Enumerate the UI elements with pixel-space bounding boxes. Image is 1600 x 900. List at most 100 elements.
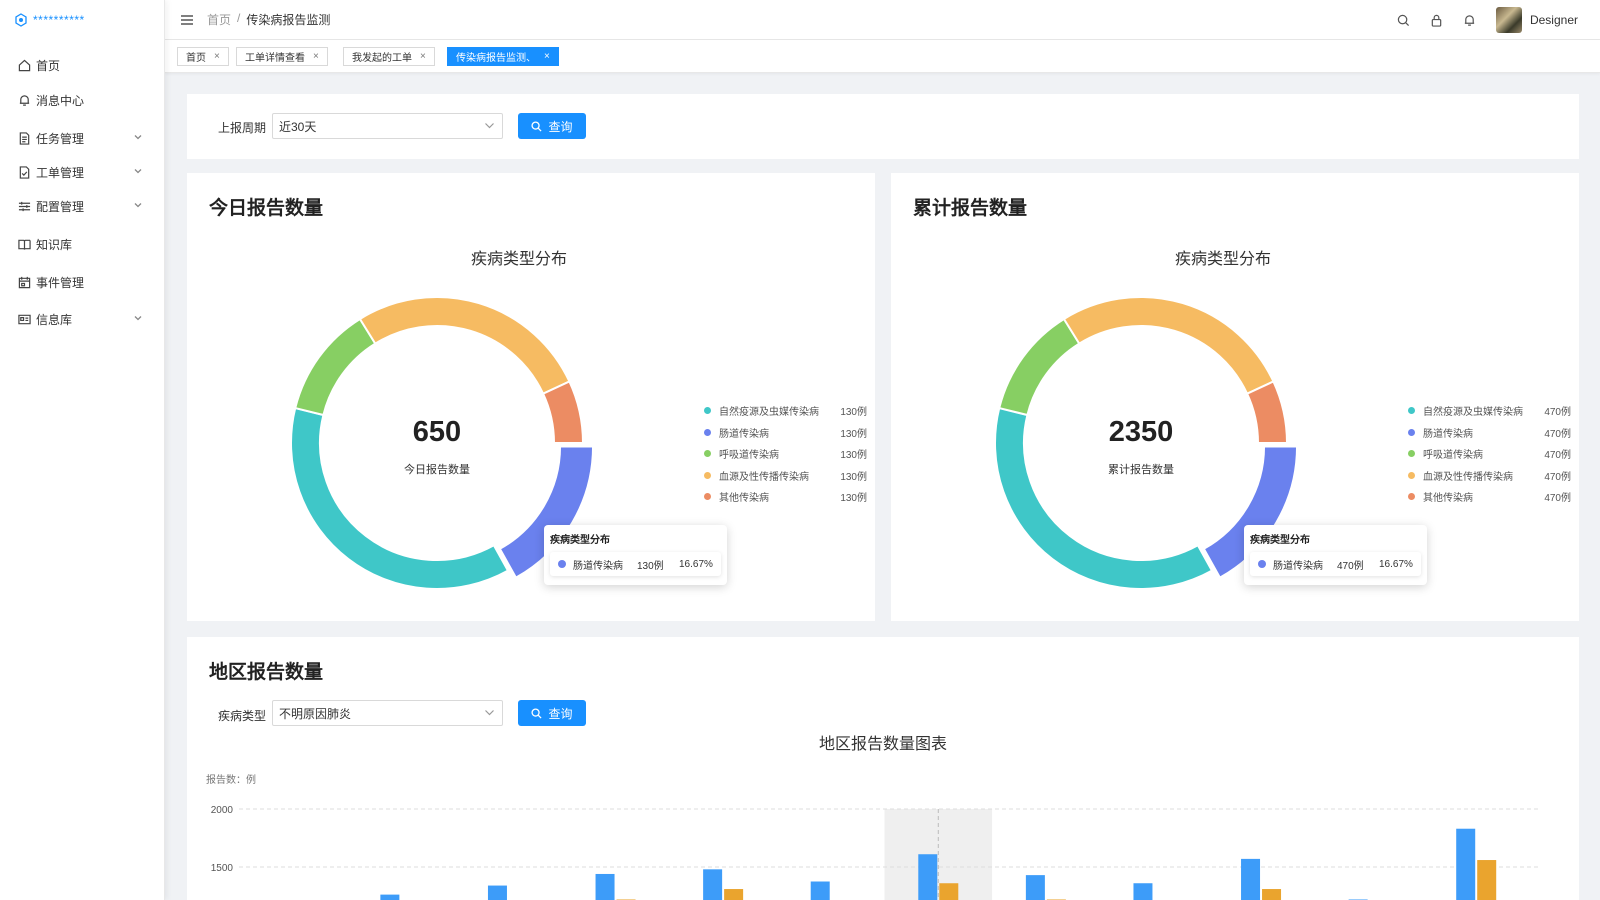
bell-icon[interactable]: [1463, 14, 1476, 27]
y-tick-label: 1500: [211, 863, 234, 874]
bar[interactable]: [380, 894, 400, 900]
legend-value: 130例: [840, 407, 867, 419]
tooltip-title: 疾病类型分布: [1250, 535, 1310, 546]
legend-value: 130例: [840, 428, 867, 440]
legend-item[interactable]: 肠道传染病 470例: [1408, 422, 1571, 444]
chart-title: 疾病类型分布: [470, 251, 567, 268]
tooltip-row: 肠道传染病 470例 16.67%: [1250, 552, 1421, 576]
avatar: [1495, 7, 1522, 33]
legend-item[interactable]: 肠道传染病 130例: [704, 422, 867, 444]
tab-my-workorders[interactable]: 我发起的工单 ×: [343, 47, 435, 66]
tooltip-percent: 16.67%: [679, 558, 713, 570]
legend-item[interactable]: 其他传染病 470例: [1408, 486, 1571, 508]
tooltip-row: 肠道传染病 130例 16.67%: [550, 552, 721, 576]
legend-item[interactable]: 自然疫源及虫媒传染病 470例: [1408, 400, 1571, 422]
donut-slice[interactable]: [1062, 296, 1275, 396]
legend-label: 呼吸道传染病: [719, 450, 779, 462]
total-report-card: 累计报告数量 疾病类型分布 2350 累计报告数量 自然疫源及虫媒传染病 470例…: [891, 173, 1579, 621]
bar[interactable]: [595, 873, 615, 900]
top-header: 首页 / 传染病报告监测 Designer: [165, 0, 1600, 40]
sidebar-item-label: 事件管理: [36, 275, 85, 290]
sidebar-item-home[interactable]: 首页: [0, 48, 165, 82]
sidebar-item-messages[interactable]: 消息中心: [0, 83, 165, 117]
sidebar-item-events[interactable]: 事件管理: [0, 265, 165, 299]
legend-label: 血源及性传播传染病: [1423, 471, 1513, 483]
chevron-down-icon: [134, 135, 142, 140]
chart-legend: 自然疫源及虫媒传染病 470例 肠道传染病 470例 呼吸道传染病 470例 血源及性传播传…: [1408, 400, 1571, 508]
bar[interactable]: [1477, 860, 1497, 900]
breadcrumb-home[interactable]: 首页: [207, 11, 231, 28]
query-button[interactable]: 查询: [518, 113, 586, 139]
bar[interactable]: [810, 881, 830, 900]
tab-label: 我发起的工单: [352, 53, 412, 64]
bar[interactable]: [939, 883, 959, 900]
calendar-icon: [18, 276, 31, 288]
legend-label: 呼吸道传染病: [1423, 450, 1483, 462]
bar[interactable]: [1133, 883, 1153, 900]
tooltip-value: 470例: [1337, 560, 1364, 572]
bar[interactable]: [703, 869, 723, 900]
period-select[interactable]: 近30天: [272, 113, 503, 139]
card-title: 今日报告数量: [209, 198, 324, 219]
chevron-down-icon: [134, 169, 142, 174]
home-icon: [18, 59, 31, 71]
tab-disease-report-monitor[interactable]: 传染病报告监测、 ×: [447, 47, 559, 66]
chevron-down-icon: [485, 123, 494, 129]
card-title: 累计报告数量: [913, 198, 1028, 219]
search-icon: [531, 120, 543, 132]
bar[interactable]: [724, 889, 744, 900]
donut-slice[interactable]: [1245, 380, 1289, 444]
period-label: 上报周期: [218, 121, 267, 135]
legend-item[interactable]: 自然疫源及虫媒传染病 130例: [704, 400, 867, 422]
bar[interactable]: [1241, 858, 1261, 900]
bar[interactable]: [1025, 875, 1045, 900]
tab-label: 传染病报告监测、: [456, 53, 536, 64]
tooltip-name: 肠道传染病: [1273, 560, 1323, 572]
bar[interactable]: [918, 854, 938, 900]
search-icon[interactable]: [1397, 14, 1410, 27]
user-menu[interactable]: Designer: [1495, 7, 1578, 33]
legend-label: 其他传染病: [719, 493, 769, 505]
legend-dot: [1408, 407, 1415, 415]
legend-item[interactable]: 血源及性传播传染病 470例: [1408, 465, 1571, 487]
close-icon[interactable]: ×: [313, 51, 319, 62]
tab-home[interactable]: 首页 ×: [177, 47, 229, 66]
legend-item[interactable]: 呼吸道传染病 130例: [704, 443, 867, 465]
center-label: 累计报告数量: [1108, 464, 1174, 476]
legend-item[interactable]: 呼吸道传染病 470例: [1408, 443, 1571, 465]
sidebar-item-knowledge[interactable]: 知识库: [0, 227, 165, 261]
legend-label: 自然疫源及虫媒传染病: [719, 407, 819, 419]
lock-icon[interactable]: [1430, 14, 1443, 27]
donut-slice[interactable]: [358, 296, 571, 396]
bar[interactable]: [487, 885, 507, 900]
region-report-card: 地区报告数量 疾病类型 不明原因肺炎 查询 地区报告数量图表 报告数：例 2000 1…: [187, 637, 1579, 900]
app-logo[interactable]: **********: [0, 0, 164, 40]
document-icon: [19, 131, 30, 145]
sidebar-item-workorders[interactable]: 工单管理: [0, 155, 165, 189]
center-value: 650: [412, 416, 462, 448]
book-icon: [18, 239, 31, 250]
bar[interactable]: [1262, 889, 1282, 900]
filter-card: 上报周期 近30天 查询: [187, 94, 1579, 159]
close-icon[interactable]: ×: [544, 51, 550, 62]
legend-item[interactable]: 血源及性传播传染病 130例: [704, 465, 867, 487]
chart-legend: 自然疫源及虫媒传染病 130例 肠道传染病 130例 呼吸道传染病 130例 血源及性传播传…: [704, 400, 867, 508]
close-icon[interactable]: ×: [420, 51, 426, 62]
logo-icon: [15, 13, 27, 27]
donut-slice[interactable]: [998, 317, 1081, 417]
sidebar-item-config[interactable]: 配置管理: [0, 189, 165, 223]
legend-label: 其他传染病: [1423, 493, 1473, 505]
legend-item[interactable]: 其他传染病 130例: [704, 486, 867, 508]
menu-toggle-icon[interactable]: [181, 14, 193, 25]
logo-text: **********: [33, 13, 85, 27]
bar[interactable]: [1456, 828, 1476, 900]
region-bar-chart[interactable]: 地区报告数量图表报告数：例 2000 1500: [187, 637, 1579, 900]
donut-slice[interactable]: [294, 317, 377, 417]
tooltip-name: 肠道传染病: [573, 560, 623, 572]
sidebar-item-tasks[interactable]: 任务管理: [0, 121, 165, 155]
donut-slice[interactable]: [541, 380, 585, 444]
close-icon[interactable]: ×: [214, 51, 220, 62]
sidebar-item-infobase[interactable]: 信息库: [0, 302, 165, 336]
legend-value: 130例: [840, 493, 867, 505]
tab-workorder-detail[interactable]: 工单详情查看 ×: [236, 47, 328, 66]
